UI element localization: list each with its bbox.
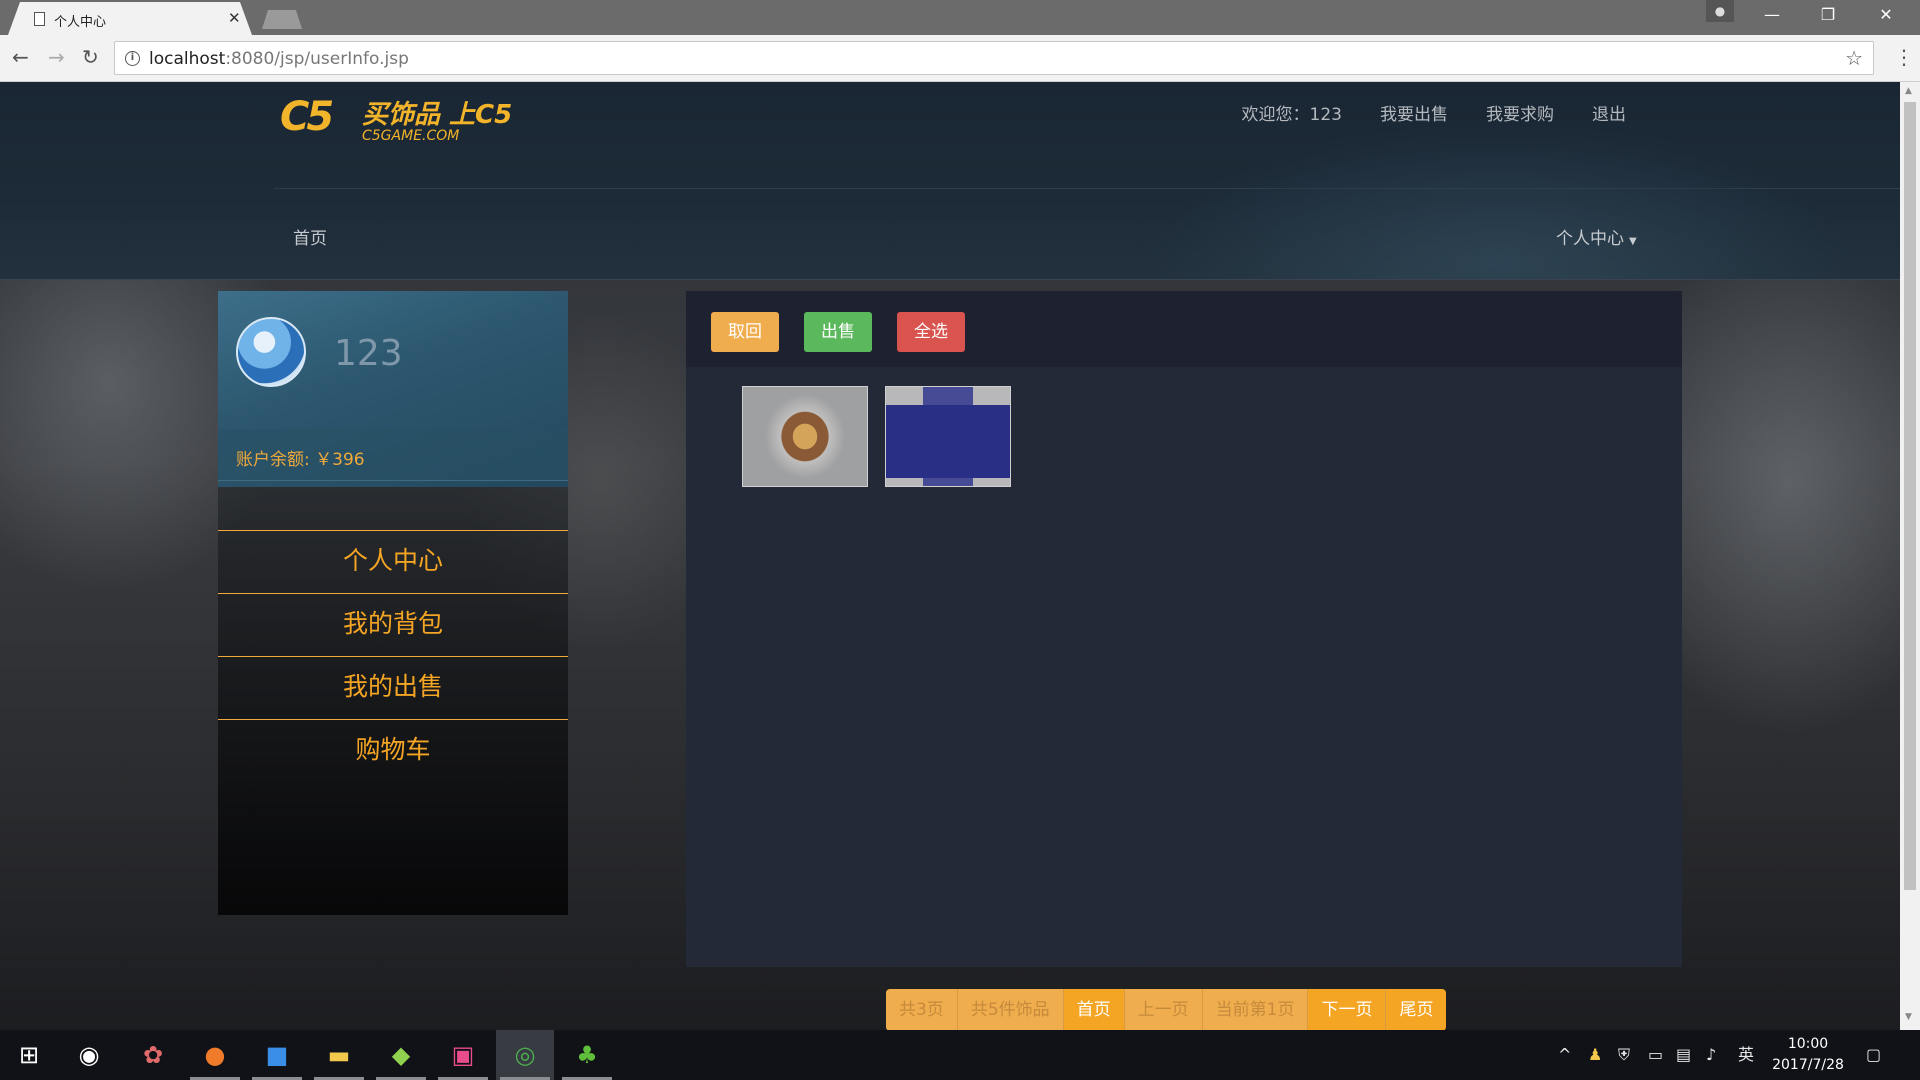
file-explorer-icon[interactable]: ▬ (310, 1030, 368, 1080)
scroll-up-icon[interactable]: ▲ (1905, 86, 1912, 96)
firefox-icon[interactable]: ● (186, 1030, 244, 1080)
security-tray-icon[interactable]: ⛨ (1618, 1030, 1630, 1080)
header-divider (274, 188, 1900, 189)
clock-time: 10:00 (1787, 1036, 1829, 1052)
battery-icon[interactable]: ▭ (1648, 1030, 1663, 1080)
profile-box: 123 账户余额: ￥396 (218, 291, 568, 487)
sidebar: 123 账户余额: ￥396 个人中心 我的背包 我的出售 购物车 (218, 291, 568, 915)
current-page: 当前第1页 (1202, 989, 1309, 1030)
next-page-button[interactable]: 下一页 (1308, 989, 1387, 1030)
intellij-icon[interactable]: ▣ (434, 1030, 492, 1080)
account-balance: 账户余额: ￥396 (236, 450, 365, 470)
first-page-button[interactable]: 首页 (1063, 989, 1125, 1030)
url-path: :8080/jsp/userInfo.jsp (225, 49, 409, 69)
top-links: 欢迎您：123 我要出售 我要求购 退出 (1242, 100, 1626, 125)
logo-slogan: 买饰品 上C5 (362, 100, 513, 130)
sidebar-item-cart[interactable]: 购物车 (218, 719, 568, 782)
clock[interactable]: 10:00 2017/7/28 (1768, 1034, 1848, 1076)
last-page-button[interactable]: 尾页 (1386, 989, 1447, 1030)
notes-app-icon[interactable]: ■ (248, 1030, 306, 1080)
select-all-button[interactable]: 全选 (897, 312, 965, 352)
buy-link[interactable]: 我要求购 (1486, 100, 1554, 125)
inventory-panel: 取回 出售 全选 (686, 291, 1682, 967)
network-icon[interactable]: ▤ (1676, 1030, 1691, 1080)
prev-page-button[interactable]: 上一页 (1124, 989, 1203, 1030)
volume-icon[interactable]: ♪ (1706, 1030, 1716, 1080)
total-items: 共5件饰品 (957, 989, 1064, 1030)
scrollbar-thumb[interactable] (1904, 102, 1916, 890)
profile-icon[interactable]: ● (1706, 0, 1734, 22)
url-host: localhost (149, 49, 226, 69)
close-window-icon[interactable]: ✕ (1862, 2, 1910, 28)
sell-link[interactable]: 我要出售 (1380, 100, 1448, 125)
take-back-button[interactable]: 取回 (711, 312, 779, 352)
url-input[interactable]: i localhost:8080/jsp/userInfo.jsp ☆ (114, 41, 1874, 75)
scroll-down-icon[interactable]: ▼ (1905, 1012, 1912, 1022)
sell-button[interactable]: 出售 (804, 312, 872, 352)
page-viewport: C5 买饰品 上C5 C5GAME.COM 欢迎您：123 我要出售 我要求购 … (0, 82, 1900, 1030)
logo-domain: C5GAME.COM (362, 128, 460, 144)
sidebar-item-my-sales[interactable]: 我的出售 (218, 656, 568, 719)
balance-band: 账户余额: ￥396 (218, 429, 568, 481)
close-tab-icon[interactable]: ✕ (228, 9, 241, 27)
new-tab-button[interactable] (262, 10, 302, 29)
restore-icon[interactable]: ❐ (1804, 2, 1852, 28)
paint-app-icon[interactable]: ✿ (124, 1030, 182, 1080)
taskbar: ⊞ ◉ ✿ ● ■ ▬ ◆ ▣ ◎ ♣ ^ ♟ ⛨ ▭ ▤ ♪ 英 10:00 … (0, 1030, 1920, 1080)
start-icon[interactable]: ⊞ (0, 1030, 58, 1080)
sidebar-menu: 个人中心 我的背包 我的出售 购物车 (218, 530, 568, 782)
nav-user-label: 个人中心 (1556, 229, 1624, 249)
cortana-icon[interactable]: ◉ (60, 1030, 118, 1080)
tray-expand-icon[interactable]: ^ (1558, 1030, 1571, 1080)
sidebar-item-profile[interactable]: 个人中心 (218, 530, 568, 593)
site-header: C5 买饰品 上C5 C5GAME.COM 欢迎您：123 我要出售 我要求购 … (0, 82, 1900, 280)
pagination: 共3页 共5件饰品 首页 上一页 当前第1页 下一页 尾页 (886, 989, 1447, 1030)
inventory-toolbar: 取回 出售 全选 (686, 291, 1682, 367)
welcome-text: 欢迎您：123 (1241, 105, 1342, 125)
wechat-icon[interactable]: ♣ (558, 1030, 616, 1080)
inventory-item-cape[interactable] (885, 386, 1011, 487)
forward-icon[interactable]: → (48, 45, 65, 69)
chrome-icon[interactable]: ◎ (496, 1030, 554, 1080)
sidebar-item-backpack[interactable]: 我的背包 (218, 593, 568, 656)
page-scrollbar[interactable]: ▲ ▼ (1900, 82, 1920, 1030)
total-pages: 共3页 (886, 989, 958, 1030)
address-bar: ← → ↻ i localhost:8080/jsp/userInfo.jsp … (0, 35, 1920, 82)
minimize-icon[interactable]: — (1748, 2, 1796, 28)
git-app-icon[interactable]: ◆ (372, 1030, 430, 1080)
tab-title: 个人中心 (54, 15, 107, 30)
reload-icon[interactable]: ↻ (82, 45, 99, 69)
browser-tab[interactable]: 个人中心 ✕ (8, 2, 252, 35)
browser-menu-icon[interactable]: ⋮ (1894, 45, 1914, 69)
nav-user-dropdown[interactable]: 个人中心 ▼ (1556, 224, 1637, 249)
caret-down-icon: ▼ (1629, 236, 1637, 247)
bookmark-star-icon[interactable]: ☆ (1845, 46, 1863, 70)
page-icon (34, 12, 45, 26)
notifications-icon[interactable]: ▢ (1866, 1030, 1881, 1080)
qq-tray-icon[interactable]: ♟ (1588, 1030, 1602, 1080)
back-icon[interactable]: ← (12, 45, 29, 69)
clock-date: 2017/7/28 (1772, 1057, 1844, 1073)
avatar (236, 317, 306, 387)
info-icon[interactable]: i (125, 51, 140, 66)
browser-tab-strip: 个人中心 ✕ ● — ❐ ✕ (0, 0, 1920, 35)
inventory-item-helmet[interactable] (742, 386, 868, 487)
nav-home-link[interactable]: 首页 (293, 224, 327, 249)
ime-indicator[interactable]: 英 (1738, 1030, 1754, 1080)
username: 123 (334, 333, 403, 374)
logout-link[interactable]: 退出 (1592, 100, 1626, 125)
url-text: localhost:8080/jsp/userInfo.jsp (149, 49, 409, 69)
site-logo[interactable]: C5 买饰品 上C5 C5GAME.COM (280, 90, 520, 146)
logo-mark: C5 (280, 94, 334, 140)
